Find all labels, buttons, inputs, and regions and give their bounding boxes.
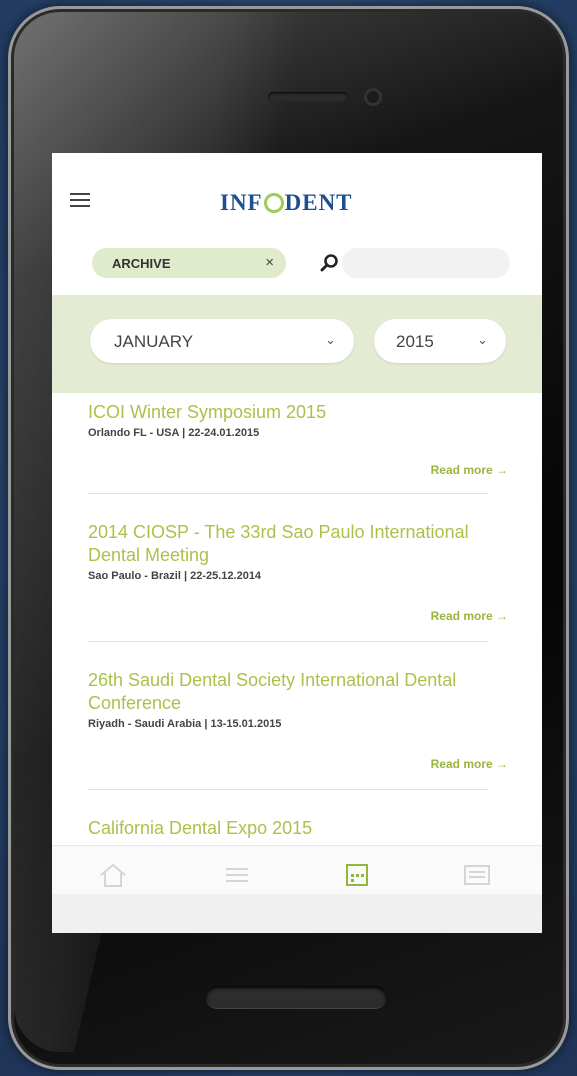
tab-bar-shadow-strip	[52, 894, 542, 933]
archive-label: ARCHIVE	[112, 256, 171, 271]
newspaper-icon[interactable]	[462, 862, 492, 888]
clear-archive-button[interactable]: ×	[265, 254, 274, 271]
year-value: 2015	[396, 332, 434, 351]
divider	[88, 493, 488, 494]
home-hardware-button[interactable]	[206, 986, 386, 1008]
event-title[interactable]: 26th Saudi Dental Society International …	[88, 669, 508, 715]
month-select[interactable]: JANUARY ⌄	[90, 319, 354, 363]
event-meta: Riyadh - Saudi Arabia | 13-15.01.2015	[88, 718, 282, 730]
app-screen: INF DENT ARCHIVE × JANUARY ⌄ 2015 ⌄ ICOI …	[52, 153, 542, 933]
read-more-link[interactable]: Read more →	[431, 463, 508, 477]
list-icon[interactable]	[222, 862, 252, 888]
home-icon[interactable]	[98, 862, 128, 888]
events-list: ICOI Winter Symposium 2015 Orlando FL - …	[52, 393, 542, 843]
event-meta: Sao Paulo - Brazil | 22-25.12.2014	[88, 570, 262, 582]
earpiece-speaker	[268, 92, 348, 102]
bottom-tab-bar	[52, 845, 542, 933]
menu-icon[interactable]	[70, 193, 90, 207]
chevron-down-icon: ⌄	[325, 332, 336, 347]
month-value: JANUARY	[114, 332, 194, 351]
event-item[interactable]: 2014 CIOSP - The 33rd Sao Paulo Internat…	[88, 521, 508, 623]
divider	[88, 789, 488, 790]
search-input[interactable]	[342, 248, 510, 278]
event-title[interactable]: California Dental Expo 2015	[88, 817, 508, 840]
read-more-link[interactable]: Read more →	[431, 757, 508, 771]
event-item[interactable]: ICOI Winter Symposium 2015 Orlando FL - …	[88, 401, 508, 477]
event-item[interactable]: California Dental Expo 2015	[88, 817, 508, 840]
divider	[88, 641, 488, 642]
calendar-icon[interactable]	[342, 862, 372, 888]
event-meta: Orlando FL - USA | 22-24.01.2015	[88, 427, 260, 439]
read-more-link[interactable]: Read more →	[431, 609, 508, 623]
front-camera	[364, 88, 382, 106]
event-title[interactable]: 2014 CIOSP - The 33rd Sao Paulo Internat…	[88, 521, 508, 567]
year-select[interactable]: 2015 ⌄	[374, 319, 506, 363]
logo-tooth-icon	[263, 193, 284, 213]
event-title[interactable]: ICOI Winter Symposium 2015	[88, 401, 508, 424]
search-icon[interactable]	[320, 253, 340, 273]
archive-filter-chip: ARCHIVE ×	[92, 248, 286, 278]
app-header: INF DENT	[52, 153, 542, 241]
event-item[interactable]: 26th Saudi Dental Society International …	[88, 669, 508, 771]
infodent-logo: INF DENT	[220, 190, 353, 215]
chevron-down-icon: ⌄	[477, 332, 488, 347]
